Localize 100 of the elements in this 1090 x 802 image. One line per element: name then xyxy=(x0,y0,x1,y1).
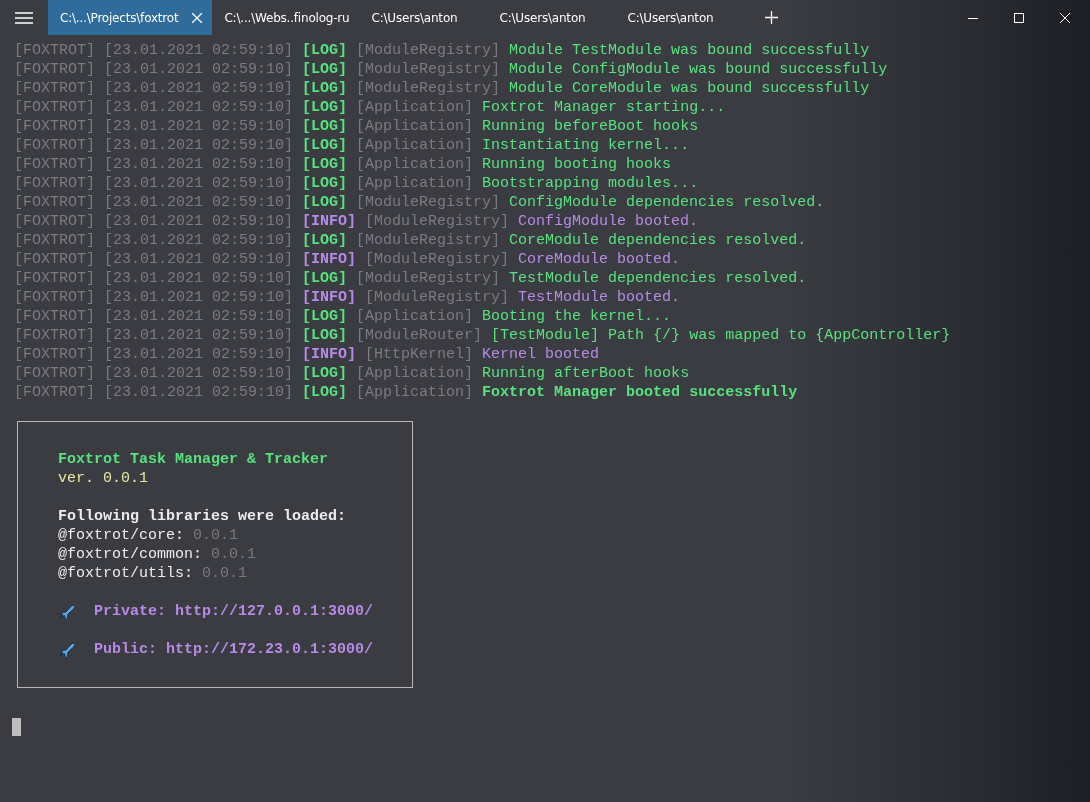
library-version: 0.0.1 xyxy=(211,545,257,564)
log-message: Kernel booted xyxy=(482,345,600,364)
log-level: [LOG] xyxy=(302,60,348,79)
log-level: [LOG] xyxy=(302,79,348,98)
log-level: [LOG] xyxy=(302,174,348,193)
library-name: @foxtrot/common: xyxy=(58,545,203,564)
log-module: [ModuleRegistry] xyxy=(356,60,501,79)
log-level: [LOG] xyxy=(302,98,348,117)
plus-icon xyxy=(765,11,778,24)
log-module: [Application] xyxy=(356,117,474,136)
log-prefix: [FOXTROT] [23.01.2021 02:59:10] xyxy=(14,364,294,383)
log-message: [TestModule] Path {/} was mapped to {AppController} xyxy=(491,326,951,345)
log-level: [INFO] xyxy=(302,250,357,269)
log-message: CoreModule dependencies resolved. xyxy=(509,231,807,250)
log-level: [INFO] xyxy=(302,288,357,307)
log-level: [INFO] xyxy=(302,212,357,231)
close-icon[interactable] xyxy=(192,12,203,23)
tab[interactable]: C:\...\Webs..finolog-ru xyxy=(212,0,360,35)
log-module: [ModuleRegistry] xyxy=(356,193,501,212)
log-module: [ModuleRouter] xyxy=(356,326,483,345)
log-module: [Application] xyxy=(356,364,474,383)
log-module: [Application] xyxy=(356,383,474,402)
log-prefix: [FOXTROT] [23.01.2021 02:59:10] xyxy=(14,269,294,288)
close-icon xyxy=(1060,12,1070,23)
log-module: [Application] xyxy=(356,307,474,326)
text-cursor xyxy=(12,718,21,736)
log-prefix: [FOXTROT] [23.01.2021 02:59:10] xyxy=(14,136,294,155)
library-version: 0.0.1 xyxy=(202,564,248,583)
log-message: TestModule booted. xyxy=(518,288,681,307)
log-message: Running beforeBoot hooks xyxy=(482,117,699,136)
log-prefix: [FOXTROT] [23.01.2021 02:59:10] xyxy=(14,155,294,174)
log-level: [LOG] xyxy=(302,193,348,212)
library-name: @foxtrot/utils: xyxy=(58,564,194,583)
address-link[interactable]: http://172.23.0.1:3000/ xyxy=(166,640,374,659)
log-module: [ModuleRegistry] xyxy=(356,269,501,288)
log-message: Booting the kernel... xyxy=(482,307,672,326)
log-level: [LOG] xyxy=(302,41,348,60)
log-message: Running booting hooks xyxy=(482,155,672,174)
tab[interactable]: C:\Users\anton xyxy=(615,0,744,35)
log-prefix: [FOXTROT] [23.01.2021 02:59:10] xyxy=(14,193,294,212)
log-level: [LOG] xyxy=(302,117,348,136)
log-module: [ModuleRegistry] xyxy=(356,79,501,98)
address-label: Private: xyxy=(94,602,166,621)
libraries-heading: Following libraries were loaded: xyxy=(58,507,348,526)
log-level: [LOG] xyxy=(302,364,348,383)
log-message: Running afterBoot hooks xyxy=(482,364,690,383)
log-module: [ModuleRegistry] xyxy=(356,231,501,250)
log-level: [INFO] xyxy=(302,345,357,364)
log-prefix: [FOXTROT] [23.01.2021 02:59:10] xyxy=(14,383,294,402)
log-message: Instantiating kernel... xyxy=(482,136,690,155)
log-prefix: [FOXTROT] [23.01.2021 02:59:10] xyxy=(14,98,294,117)
log-prefix: [FOXTROT] [23.01.2021 02:59:10] xyxy=(14,250,294,269)
log-prefix: [FOXTROT] [23.01.2021 02:59:10] xyxy=(14,79,294,98)
log-level: [LOG] xyxy=(302,136,348,155)
log-message: TestModule dependencies resolved. xyxy=(509,269,807,288)
log-prefix: [FOXTROT] [23.01.2021 02:59:10] xyxy=(14,345,294,364)
log-module: [Application] xyxy=(356,174,474,193)
log-message: Bootstrapping modules... xyxy=(482,174,699,193)
log-module: [Application] xyxy=(356,98,474,117)
log-message: Module TestModule was bound successfully xyxy=(509,41,870,60)
airplane-icon xyxy=(58,641,76,658)
log-module: [Application] xyxy=(356,155,474,174)
log-message: ConfigModule booted. xyxy=(518,212,699,231)
library-name: @foxtrot/core: xyxy=(58,526,185,545)
log-prefix: [FOXTROT] [23.01.2021 02:59:10] xyxy=(14,41,294,60)
log-message: Module ConfigModule was bound successfully xyxy=(509,60,888,79)
log-prefix: [FOXTROT] [23.01.2021 02:59:10] xyxy=(14,117,294,136)
log-module: [ModuleRegistry] xyxy=(365,288,510,307)
log-level: [LOG] xyxy=(302,307,348,326)
address-link[interactable]: http://127.0.0.1:3000/ xyxy=(175,602,374,621)
log-module: [HttpKernel] xyxy=(365,345,474,364)
address-label: Public: xyxy=(94,640,157,659)
menu-icon xyxy=(15,11,33,24)
log-prefix: [FOXTROT] [23.01.2021 02:59:10] xyxy=(14,231,294,250)
version-text: ver. 0.0.1 xyxy=(58,469,149,488)
log-level: [LOG] xyxy=(302,326,348,345)
maximize-icon xyxy=(1014,12,1024,23)
tab[interactable]: C:\...\Projects\foxtrot xyxy=(48,0,213,35)
log-module: [ModuleRegistry] xyxy=(365,250,510,269)
log-level: [LOG] xyxy=(302,155,348,174)
log-prefix: [FOXTROT] [23.01.2021 02:59:10] xyxy=(14,174,294,193)
log-module: [Application] xyxy=(356,136,474,155)
log-prefix: [FOXTROT] [23.01.2021 02:59:10] xyxy=(14,326,294,345)
log-level: [LOG] xyxy=(302,231,348,250)
tab[interactable]: C:\Users\anton xyxy=(359,0,488,35)
log-prefix: [FOXTROT] [23.01.2021 02:59:10] xyxy=(14,288,294,307)
log-module: [ModuleRegistry] xyxy=(365,212,510,231)
airplane-icon xyxy=(58,603,76,620)
log-message: CoreModule booted. xyxy=(518,250,681,269)
log-message: Module CoreModule was bound successfully xyxy=(509,79,870,98)
log-message: ConfigModule dependencies resolved. xyxy=(509,193,825,212)
tab[interactable]: C:\Users\anton xyxy=(487,0,616,35)
log-prefix: [FOXTROT] [23.01.2021 02:59:10] xyxy=(14,60,294,79)
log-prefix: [FOXTROT] [23.01.2021 02:59:10] xyxy=(14,307,294,326)
log-message: Foxtrot Manager starting... xyxy=(482,98,726,117)
log-module: [ModuleRegistry] xyxy=(356,41,501,60)
log-prefix: [FOXTROT] [23.01.2021 02:59:10] xyxy=(14,212,294,231)
banner-title: Foxtrot Task Manager & Tracker xyxy=(58,450,330,469)
log-level: [LOG] xyxy=(302,383,348,402)
library-version: 0.0.1 xyxy=(193,526,239,545)
